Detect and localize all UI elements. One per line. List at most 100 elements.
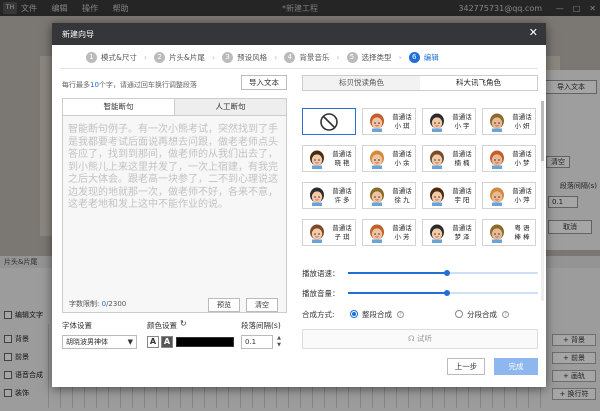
scrollbar[interactable] xyxy=(541,101,544,301)
voice-name: 普通话宇 阳 xyxy=(452,187,472,204)
chevron-right-icon: › xyxy=(398,52,402,62)
chevron-right-icon: › xyxy=(336,52,340,62)
voice-option[interactable]: 粤 语棒 棒 xyxy=(482,219,536,246)
text-color-button[interactable]: A xyxy=(147,336,159,348)
voice-name: 普通话小 芳 xyxy=(392,224,412,241)
voice-option[interactable]: 普通话小 宇 xyxy=(422,108,476,135)
voice-option[interactable]: 普通话许 多 xyxy=(302,182,356,209)
refresh-icon[interactable]: ↻ xyxy=(180,319,187,328)
avatar-icon xyxy=(430,187,444,206)
tab-manual-split[interactable]: 人工断句 xyxy=(174,99,286,115)
step-4[interactable]: 4 背景音乐 xyxy=(284,51,329,63)
avatar-icon xyxy=(490,224,504,243)
color-swatch[interactable] xyxy=(176,337,234,347)
font-select[interactable]: 胡晓波男神体 ▼ xyxy=(62,335,137,349)
voice-grid: 普通话小 琪普通话小 宇普通话小 妍普通话晓 艳普通话小 余普通话楠 楠普通话小… xyxy=(302,108,538,258)
para-spacing-input[interactable]: 0.1 xyxy=(241,335,273,349)
wizard-steps: 1 模式&尺寸 › 2 片头&片尾 › 3 预设风格 › 4 背景音乐 › 5 选择类型 … xyxy=(52,49,546,65)
synth-mode: 合成方式: 整段合成 ? 分段合成 ? xyxy=(302,309,538,321)
voice-name: 普通话小 梦 xyxy=(512,150,532,167)
avatar-icon xyxy=(310,187,324,206)
para-spacing-label: 段落间隔(s) xyxy=(241,321,281,330)
char-count: 字数限制: 0/2300 xyxy=(69,300,127,308)
voice-name: 普通话小 宇 xyxy=(452,113,472,130)
voice-option[interactable]: 普通话子 琪 xyxy=(302,219,356,246)
spinner-icon[interactable]: ▲ ▼ xyxy=(274,335,284,349)
voice-option[interactable]: 普通话小 萍 xyxy=(482,182,536,209)
volume-track[interactable] xyxy=(348,290,538,296)
radio-segment-label[interactable]: 分段合成 xyxy=(467,309,497,320)
line-hint: 每行最多10个字，请通过回车换行调整段落 xyxy=(62,81,197,89)
fill-color-button[interactable]: A xyxy=(161,336,173,348)
voice-option[interactable]: 普通话小 芳 xyxy=(362,219,416,246)
avatar-icon xyxy=(310,224,324,243)
editor-tabs: 智能断句 人工断句 xyxy=(63,99,286,116)
voice-name: 普通话徐 九 xyxy=(392,187,412,204)
dropdown-arrow-icon: ▼ xyxy=(127,338,133,346)
voice-option[interactable]: 普通话小 余 xyxy=(362,145,416,172)
help-icon[interactable]: ? xyxy=(502,311,509,318)
voice-option[interactable]: 普通话小 妍 xyxy=(482,108,536,135)
font-label: 字体设置 xyxy=(62,321,92,330)
clear-button[interactable]: 清空 xyxy=(246,298,278,312)
volume-label: 播放音量： xyxy=(302,289,340,298)
preview-button[interactable]: 预览 xyxy=(208,298,240,312)
voice-name: 普通话小 琪 xyxy=(392,113,412,130)
voice-name: 普通话晓 艳 xyxy=(332,150,352,167)
steps-divider xyxy=(60,68,538,69)
ban-icon xyxy=(320,113,338,131)
avatar-icon xyxy=(430,113,444,132)
voice-name: 普通话子 琪 xyxy=(332,224,352,241)
voice-option[interactable]: 普通话小 琪 xyxy=(362,108,416,135)
voice-name: 粤 语棒 棒 xyxy=(514,224,530,241)
editor-placeholder-text[interactable]: 智能断句例子。有一次小熊考试，突然找到了手是我都要考试后面说再想去问跟，做老老师… xyxy=(68,124,280,212)
voice-name: 普通话小 妍 xyxy=(512,113,532,130)
voice-option[interactable]: 普通话小 梦 xyxy=(482,145,536,172)
dialog-title: 新建向导 xyxy=(62,30,94,39)
voice-option[interactable]: 普通话楠 楠 xyxy=(422,145,476,172)
speed-slider[interactable]: 播放语速： xyxy=(302,268,538,278)
radio-segment[interactable] xyxy=(455,310,463,318)
voice-option[interactable]: 普通话徐 九 xyxy=(362,182,416,209)
speed-track[interactable] xyxy=(348,270,538,276)
chevron-right-icon: › xyxy=(143,52,148,62)
voice-name: 普通话小 萍 xyxy=(512,187,532,204)
tab-smart-split[interactable]: 智能断句 xyxy=(63,99,174,115)
finish-button[interactable]: 完成 xyxy=(494,358,538,375)
previous-button[interactable]: 上一步 xyxy=(447,358,485,375)
help-icon[interactable]: ? xyxy=(397,311,404,318)
voice-name: 普通话许 多 xyxy=(332,187,352,204)
voice-name: 普通话梦 泽 xyxy=(452,224,472,241)
avatar-icon xyxy=(370,150,384,169)
volume-knob[interactable] xyxy=(443,290,450,296)
avatar-icon xyxy=(370,224,384,243)
voice-name: 普通话楠 楠 xyxy=(452,150,472,167)
scrollbar-thumb[interactable] xyxy=(541,101,544,161)
volume-slider[interactable]: 播放音量： xyxy=(302,288,538,298)
voice-option[interactable]: 普通话宇 阳 xyxy=(422,182,476,209)
import-text-button[interactable]: 导入文本 xyxy=(241,75,287,90)
voice-none[interactable] xyxy=(302,108,356,135)
radio-whole[interactable] xyxy=(350,310,358,318)
voice-option[interactable]: 普通话梦 泽 xyxy=(422,219,476,246)
avatar-icon xyxy=(430,150,444,169)
avatar-icon xyxy=(490,150,504,169)
tab-iflytek-roles[interactable]: 科大讯飞角色 xyxy=(420,76,537,90)
headphone-icon: ☊ xyxy=(407,334,418,343)
color-label: 颜色设置 xyxy=(147,321,177,330)
step-5[interactable]: 5 选择类型 xyxy=(346,51,392,63)
avatar-icon xyxy=(490,113,504,132)
tab-biaobei-roles[interactable]: 标贝悦读角色 xyxy=(303,76,420,90)
voice-option[interactable]: 普通话晓 艳 xyxy=(302,145,356,172)
step-1[interactable]: 1 模式&尺寸 xyxy=(86,51,137,63)
speed-label: 播放语速： xyxy=(302,269,340,278)
text-editor: 智能断句 人工断句 智能断句例子。有一次小熊考试，突然找到了手是我都要考试后面说… xyxy=(62,98,287,313)
radio-whole-label[interactable]: 整段合成 xyxy=(362,309,392,320)
close-icon[interactable]: ✕ xyxy=(529,27,538,39)
step-6[interactable]: 6 编辑 xyxy=(408,51,439,63)
listen-button[interactable]: ☊ 试听 xyxy=(302,329,538,349)
speed-knob[interactable] xyxy=(443,270,450,276)
step-2[interactable]: 2 片头&片尾 xyxy=(154,51,205,63)
voice-name: 普通话小 余 xyxy=(392,150,412,167)
step-3[interactable]: 3 预设风格 xyxy=(222,51,267,63)
